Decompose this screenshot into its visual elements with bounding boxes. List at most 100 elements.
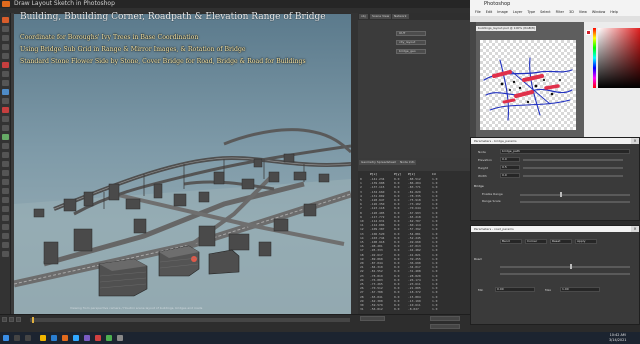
taskbar-clock[interactable]: 10:42 AM 3/14/2021 (609, 333, 626, 342)
browser-icon[interactable] (51, 335, 57, 341)
apply-button[interactable]: Apply (575, 239, 597, 244)
pose-tool-icon[interactable] (2, 62, 9, 68)
magnet-tool-icon[interactable] (2, 107, 9, 113)
photoshop-taskbar-icon[interactable] (73, 335, 79, 341)
ps-menu-item[interactable]: 3D (569, 10, 574, 14)
close-icon[interactable]: × (631, 226, 639, 232)
road-scale-slider[interactable] (500, 273, 630, 275)
foreground-color-swatch[interactable] (586, 30, 591, 35)
reset-button[interactable]: Reset (550, 239, 572, 244)
table-cell: 31 (360, 307, 364, 312)
tab-obj[interactable]: obj (359, 14, 368, 19)
houdini-taskbar-icon[interactable] (62, 335, 68, 341)
frame-range-field[interactable] (360, 316, 385, 321)
ps-menu-item[interactable]: Type (527, 10, 535, 14)
ps-menu-item[interactable]: Window (592, 10, 605, 14)
max-field[interactable]: 1.00 (560, 287, 600, 292)
ps-menu-item[interactable]: Layer (513, 10, 522, 14)
photoshop-color-picker[interactable] (598, 28, 640, 88)
ps-menu-item[interactable]: View (579, 10, 587, 14)
paint-tool-icon[interactable] (2, 89, 9, 95)
column-header: Cd (432, 172, 436, 176)
close-icon[interactable]: × (631, 138, 639, 144)
range-slider[interactable] (520, 194, 630, 196)
shaded-icon[interactable] (2, 188, 9, 194)
file-explorer-icon[interactable] (40, 335, 46, 341)
grid-icon[interactable] (2, 206, 9, 212)
recorder-icon[interactable] (95, 335, 101, 341)
handle-tool-icon[interactable] (2, 53, 9, 59)
frame-all-icon[interactable] (2, 242, 9, 248)
tab-geometry-spreadsheet[interactable]: Geometry Spreadsheet (359, 160, 398, 165)
display-options-icon[interactable] (2, 170, 9, 176)
bridge-section-label: Bridge (474, 184, 484, 188)
range-scale-toggle[interactable]: Range Scale (482, 199, 501, 203)
key-options-button[interactable] (430, 324, 460, 329)
network-node[interactable]: bridge_geo (396, 49, 426, 54)
camera-tool-icon[interactable] (2, 152, 9, 158)
start-menu-icon[interactable] (3, 335, 9, 341)
wireframe-icon[interactable] (2, 179, 9, 185)
corner-button[interactable]: Corner (525, 239, 547, 244)
road-range-slider[interactable] (500, 266, 630, 268)
width-slider[interactable] (523, 175, 623, 177)
stop-button[interactable] (16, 317, 21, 322)
normals-icon[interactable] (2, 233, 9, 239)
network-node[interactable]: OUT (396, 31, 426, 36)
ghost-icon[interactable] (2, 215, 9, 221)
ps-menu-item[interactable]: Edit (486, 10, 493, 14)
table-row[interactable]: 31 -56.812 0.0 -8.027 1.0 (360, 307, 468, 311)
photoshop-layout-sketch[interactable] (480, 40, 576, 130)
view-tool-icon[interactable] (2, 71, 9, 77)
min-field[interactable]: 0.00 (495, 287, 535, 292)
light-tool-icon[interactable] (2, 161, 9, 167)
range-slider-knob[interactable] (560, 192, 562, 197)
play-forward-button[interactable] (9, 317, 14, 322)
app-icon[interactable] (106, 335, 112, 341)
bend-button[interactable]: Bend (500, 239, 522, 244)
task-view-icon[interactable] (25, 335, 31, 341)
search-icon[interactable] (14, 335, 20, 341)
road-params-title: Parameters - road_params (471, 226, 639, 232)
play-back-button[interactable] (2, 317, 7, 322)
height-field[interactable]: 0.5 (500, 165, 520, 170)
tab-network[interactable]: Network (392, 14, 409, 19)
width-field[interactable]: 0.0 (500, 173, 520, 178)
ps-menu-item[interactable]: Help (610, 10, 618, 14)
snap-tool-icon[interactable] (2, 80, 9, 86)
timeline-bar[interactable] (30, 318, 350, 322)
network-node[interactable]: city_layout (396, 40, 426, 45)
timeline-playhead[interactable] (32, 317, 34, 323)
settings-icon[interactable] (117, 335, 123, 341)
scale-tool-icon[interactable] (2, 44, 9, 50)
elevation-field[interactable]: 0.0 (500, 157, 520, 162)
height-slider[interactable] (523, 167, 623, 169)
app-icon[interactable] (84, 335, 90, 341)
tab-scene-view[interactable]: Scene View (370, 14, 392, 19)
road-range-knob[interactable] (570, 264, 572, 269)
photoshop-document-tab[interactable]: buildings_layout.psd @ 100% (RGB/8) (476, 26, 536, 31)
ps-menu-item[interactable]: Select (540, 10, 550, 14)
measure-tool-icon[interactable] (2, 116, 9, 122)
ps-menu-item[interactable]: File (475, 10, 481, 14)
group-tool-icon[interactable] (2, 143, 9, 149)
select-tool-icon[interactable] (2, 17, 9, 23)
edit-tool-icon[interactable] (2, 125, 9, 131)
node-name-field[interactable]: bridge_path (500, 149, 630, 154)
rotate-tool-icon[interactable] (2, 35, 9, 41)
brush-tool-icon[interactable] (2, 98, 9, 104)
ps-menu-item[interactable]: Image (497, 10, 508, 14)
xray-icon[interactable] (2, 197, 9, 203)
field-label: Width (478, 174, 487, 178)
visibility-tool-icon[interactable] (2, 134, 9, 140)
range-scale-slider[interactable] (520, 201, 630, 203)
move-tool-icon[interactable] (2, 26, 9, 32)
elevation-slider[interactable] (523, 159, 623, 161)
enable-range-toggle[interactable]: Enable Range (482, 192, 503, 196)
home-view-icon[interactable] (2, 251, 9, 257)
auto-update-button[interactable] (430, 316, 460, 321)
ps-menu-item[interactable]: Filter (556, 10, 564, 14)
tab-node-info[interactable]: Node Info (398, 160, 417, 165)
photoshop-hue-slider[interactable] (593, 28, 596, 88)
point-numbers-icon[interactable] (2, 224, 9, 230)
